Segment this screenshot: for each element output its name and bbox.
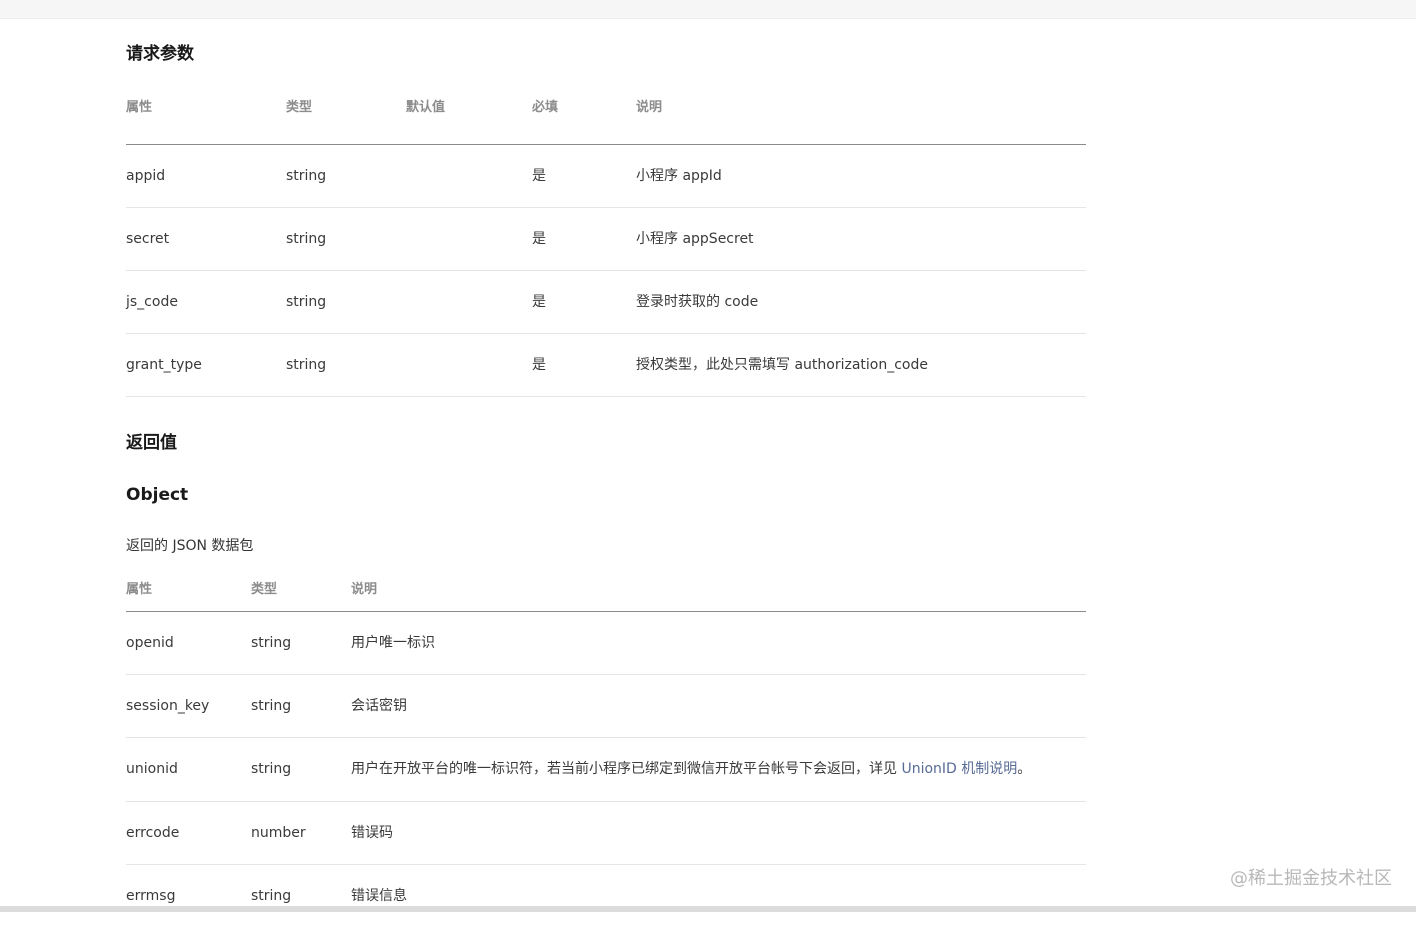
return-value-table: 属性 类型 说明 openid string 用户唯一标识 session_ke… — [126, 579, 1086, 927]
header-required: 必填 — [532, 100, 559, 115]
table-header: 属性 类型 默认值 必填 说明 — [126, 97, 1086, 145]
cell-type: number — [251, 825, 306, 841]
cell-type: string — [251, 635, 292, 651]
cell-attribute: session_key — [126, 698, 210, 714]
cell-type: string — [251, 888, 292, 904]
header-description: 说明 — [636, 100, 663, 115]
table-row: session_key string 会话密钥 — [126, 675, 1086, 738]
request-params-table: 属性 类型 默认值 必填 说明 appid string 是 小程序 appId… — [126, 97, 1086, 397]
cell-attribute: grant_type — [126, 357, 202, 373]
cell-description: 授权类型，此处只需填写 authorization_code — [636, 357, 928, 373]
header-attribute: 属性 — [126, 582, 153, 597]
cell-description: 小程序 appSecret — [636, 231, 754, 247]
watermark: @稀土掘金技术社区 — [1230, 868, 1392, 889]
table-row: errmsg string 错误信息 — [126, 865, 1086, 927]
cell-attribute: errmsg — [126, 888, 176, 904]
return-value-heading: 返回值 — [126, 433, 177, 453]
header-description: 说明 — [351, 582, 378, 597]
cell-attribute: openid — [126, 635, 174, 651]
cell-attribute: errcode — [126, 825, 180, 841]
table-row: unionid string 用户在开放平台的唯一标识符，若当前小程序已绑定到微… — [126, 738, 1086, 802]
header-attribute: 属性 — [126, 100, 153, 115]
cell-required: 是 — [532, 294, 546, 310]
cell-attribute: unionid — [126, 761, 178, 777]
cell-type: string — [286, 357, 327, 373]
header-type: 类型 — [251, 582, 278, 597]
cell-description: 用户在开放平台的唯一标识符，若当前小程序已绑定到微信开放平台帐号下会返回，详见 … — [351, 738, 1031, 801]
request-params-heading: 请求参数 — [126, 44, 194, 64]
table-header: 属性 类型 说明 — [126, 579, 1086, 612]
table-row: secret string 是 小程序 appSecret — [126, 208, 1086, 271]
table-row: appid string 是 小程序 appId — [126, 145, 1086, 208]
cell-description: 错误码 — [351, 825, 393, 841]
header-default: 默认值 — [406, 100, 446, 115]
cell-required: 是 — [532, 357, 546, 373]
unionid-description-suffix: 。 — [1017, 761, 1032, 777]
cell-description: 小程序 appId — [636, 168, 722, 184]
top-bar — [0, 0, 1416, 19]
cell-type: string — [286, 231, 327, 247]
header-type: 类型 — [286, 100, 313, 115]
cell-required: 是 — [532, 231, 546, 247]
cell-description: 会话密钥 — [351, 698, 407, 714]
cell-type: string — [251, 698, 292, 714]
object-description: 返回的 JSON 数据包 — [126, 538, 254, 554]
cell-attribute: appid — [126, 168, 166, 184]
table-row: openid string 用户唯一标识 — [126, 612, 1086, 675]
table-row: errcode number 错误码 — [126, 802, 1086, 865]
cell-description: 用户唯一标识 — [351, 635, 435, 651]
cell-type: string — [286, 168, 327, 184]
unionid-doc-link[interactable]: UnionID 机制说明 — [901, 761, 1017, 777]
object-heading: Object — [126, 485, 189, 505]
cell-type: string — [286, 294, 327, 310]
bottom-bar — [0, 906, 1416, 912]
unionid-description-text: 用户在开放平台的唯一标识符，若当前小程序已绑定到微信开放平台帐号下会返回，详见 — [351, 761, 902, 777]
cell-required: 是 — [532, 168, 546, 184]
cell-attribute: js_code — [126, 294, 178, 310]
cell-type: string — [251, 761, 292, 777]
cell-description: 错误信息 — [351, 888, 407, 904]
table-row: grant_type string 是 授权类型，此处只需填写 authoriz… — [126, 334, 1086, 397]
cell-description: 登录时获取的 code — [636, 294, 759, 310]
table-row: js_code string 是 登录时获取的 code — [126, 271, 1086, 334]
cell-attribute: secret — [126, 231, 170, 247]
